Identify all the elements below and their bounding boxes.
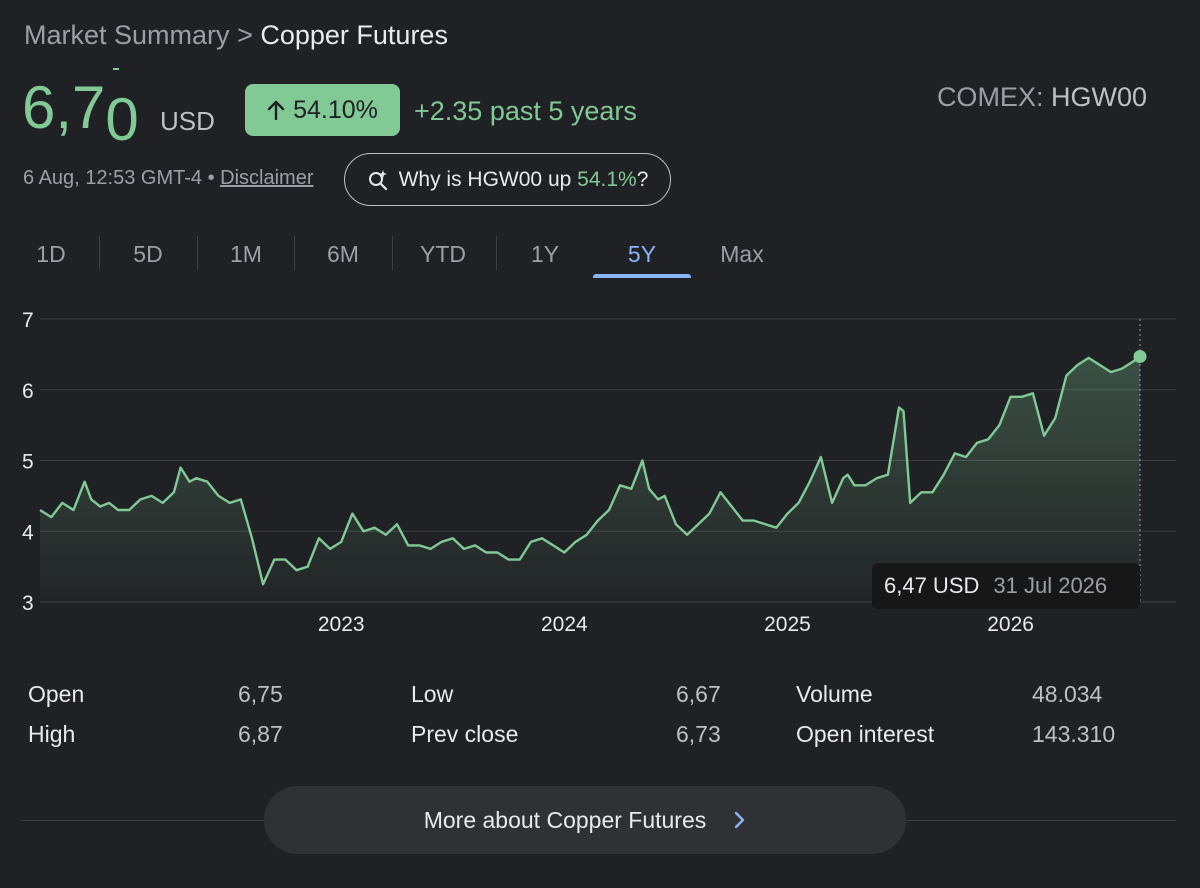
hover-point — [1133, 349, 1147, 363]
price-last-digit: 0 — [105, 68, 139, 156]
y-tick-label: 6 — [22, 380, 34, 403]
why-up-text: Why is HGW00 up 54.1%? — [399, 168, 649, 192]
stat-low-value: 6,67 — [676, 681, 721, 707]
breadcrumb-separator: > — [237, 20, 253, 50]
y-tick-label: 3 — [22, 592, 34, 615]
why-up-percent: 54.1% — [577, 167, 637, 191]
change-percent: 54.10% — [293, 95, 378, 124]
tab-1m[interactable]: 1M — [197, 230, 295, 278]
chevron-right-icon — [735, 811, 745, 829]
tab-separator — [392, 236, 393, 270]
disclaimer-link[interactable]: Disclaimer — [220, 167, 313, 189]
arrow-up-icon — [267, 100, 285, 120]
stat-open-interest-value: 143.310 — [1032, 721, 1116, 747]
ticker-symbol: HGW00 — [1050, 82, 1147, 112]
change-text: +2.35 past 5 years — [414, 96, 637, 126]
tab-6m[interactable]: 6M — [294, 230, 392, 278]
stat-open-label: Open — [28, 681, 85, 707]
tab-5d[interactable]: 5D — [99, 230, 197, 278]
stat-volume-label: Volume — [796, 681, 873, 707]
current-price: 6,7 0 — [22, 68, 139, 156]
why-up-suffix: ? — [636, 167, 649, 191]
more-about-button[interactable]: More about Copper Futures — [264, 786, 906, 854]
meta-row: 6 Aug, 12:53 GMT-4 • Disclaimer — [23, 167, 313, 190]
stat-prev-close-label: Prev close — [411, 721, 519, 747]
tooltip-value: 6,47 USD — [884, 573, 980, 598]
x-tick-label: 2025 — [764, 613, 811, 636]
x-tick-label: 2023 — [318, 613, 365, 636]
stats-table: Open 6,75 High 6,87 Low 6,67 Prev close … — [0, 676, 1200, 766]
stat-high-label: High — [28, 721, 76, 747]
stat-high-value: 6,87 — [238, 721, 283, 747]
price-header: 6,7 0 USD 54.10% +2.35 past 5 years — [22, 68, 922, 156]
exchange-ticker: COMEX: HGW00 — [937, 82, 1147, 113]
tab-ytd[interactable]: YTD — [394, 230, 492, 278]
x-tick-label: 2026 — [987, 613, 1034, 636]
tab-1y[interactable]: 1Y — [496, 230, 594, 278]
y-tick-label: 5 — [22, 451, 34, 474]
range-tabs: 1D 5D 1M 6M YTD 1Y 5Y Max — [0, 230, 800, 278]
stat-open-value: 6,75 — [238, 681, 283, 707]
y-tick-label: 4 — [22, 521, 34, 544]
stat-low-label: Low — [411, 681, 454, 707]
magnify-sparkle-icon — [368, 169, 387, 190]
tab-max[interactable]: Max — [693, 230, 791, 278]
breadcrumb-parent[interactable]: Market Summary — [24, 20, 230, 50]
tooltip-date: 31 Jul 2026 — [993, 573, 1108, 598]
tab-1d[interactable]: 1D — [2, 230, 100, 278]
chart-tooltip: 6,47 USD 31 Jul 2026 — [872, 563, 1140, 609]
more-about-label: More about Copper Futures — [423, 806, 707, 833]
x-tick-label: 2024 — [541, 613, 588, 636]
change-percent-badge: 54.10% — [245, 84, 400, 136]
price-main-digits: 6,7 — [22, 74, 106, 141]
price-currency: USD — [160, 106, 215, 136]
stat-open-interest-label: Open interest — [796, 721, 935, 747]
exchange-name: COMEX: — [936, 82, 1044, 112]
meta-bullet: • — [207, 167, 215, 189]
y-tick-label: 7 — [22, 309, 34, 332]
why-up-button[interactable]: Why is HGW00 up 54.1%? — [344, 153, 671, 206]
breadcrumb-current: Copper Futures — [260, 20, 448, 50]
breadcrumb: Market Summary > Copper Futures — [24, 20, 448, 51]
stat-volume-value: 48.034 — [1032, 681, 1103, 707]
why-up-prefix: Why is HGW00 up — [398, 167, 572, 191]
timestamp: 6 Aug, 12:53 GMT-4 — [23, 167, 202, 189]
stat-prev-close-value: 6,73 — [676, 721, 721, 747]
tab-5y[interactable]: 5Y — [593, 230, 691, 278]
